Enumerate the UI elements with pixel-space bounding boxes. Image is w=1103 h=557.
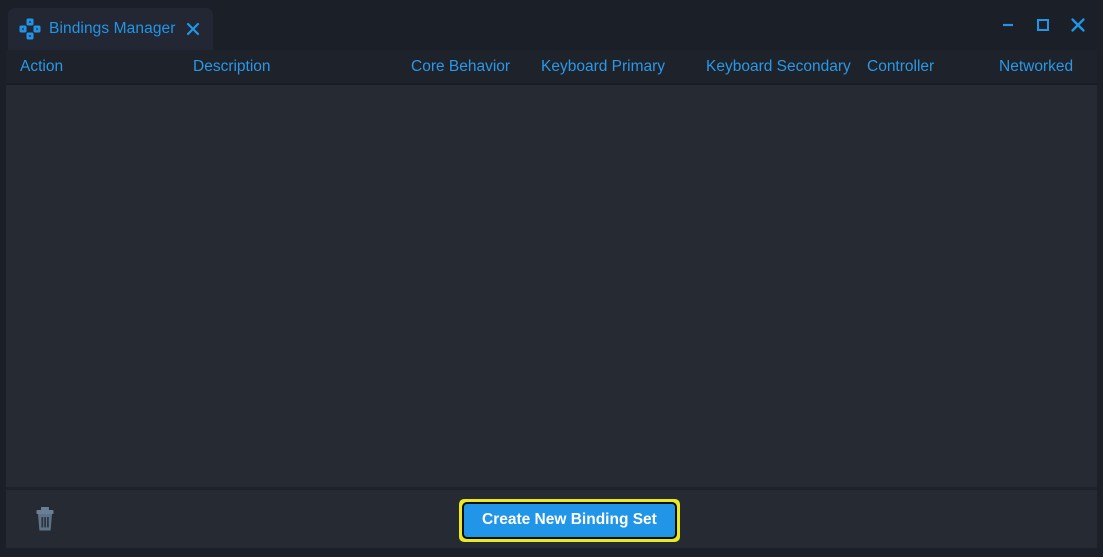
bindings-list[interactable]	[6, 85, 1097, 487]
column-header-action[interactable]: Action	[20, 50, 63, 83]
column-header-description[interactable]: Description	[193, 50, 271, 83]
create-binding-set-focus-ring: Create New Binding Set	[459, 499, 680, 542]
tab-bindings-manager[interactable]: Bindings Manager	[8, 8, 213, 50]
create-new-binding-set-button[interactable]: Create New Binding Set	[462, 502, 677, 539]
window-close-icon[interactable]	[1065, 12, 1091, 38]
column-header-networked[interactable]: Networked	[999, 50, 1073, 83]
trash-icon[interactable]	[30, 504, 60, 534]
dpad-icon	[18, 17, 42, 41]
column-header-keyboard-primary[interactable]: Keyboard Primary	[541, 50, 665, 83]
panel-footer: Create New Binding Set	[6, 487, 1097, 548]
column-header-keyboard-secondary[interactable]: Keyboard Secondary	[706, 50, 851, 83]
column-header-controller[interactable]: Controller	[867, 50, 934, 83]
column-header-core-behavior[interactable]: Core Behavior	[411, 50, 510, 83]
window-controls	[995, 0, 1091, 50]
tab-title: Bindings Manager	[49, 20, 176, 37]
table-column-headers: Action Description Core Behavior Keyboar…	[6, 50, 1097, 85]
maximize-icon[interactable]	[1030, 12, 1056, 38]
bindings-manager-window: Bindings Manager Action Description Core…	[0, 0, 1103, 557]
title-bar: Bindings Manager	[0, 0, 1103, 50]
minimize-icon[interactable]	[995, 12, 1021, 38]
bindings-panel: Action Description Core Behavior Keyboar…	[6, 50, 1097, 548]
tab-close-icon[interactable]	[185, 21, 201, 37]
